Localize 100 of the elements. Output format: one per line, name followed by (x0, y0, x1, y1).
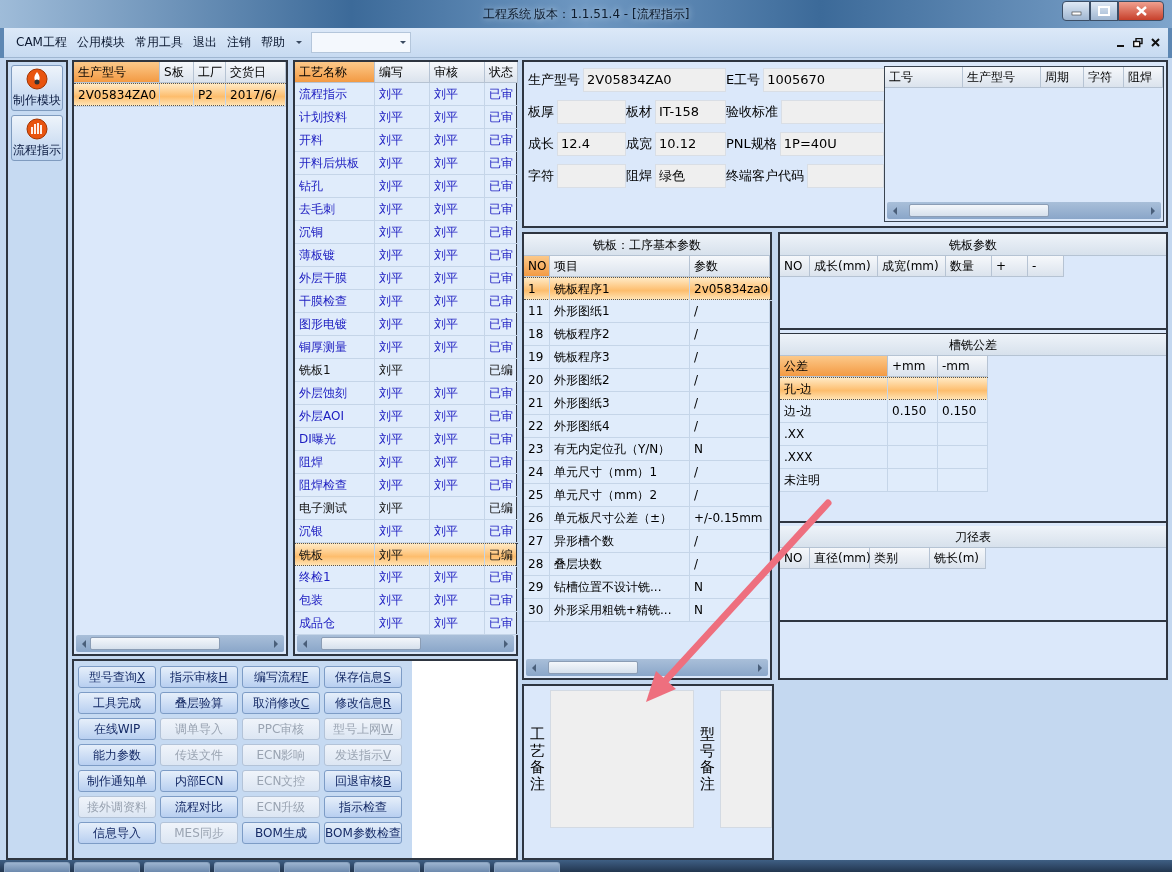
taskbar-button[interactable] (494, 862, 560, 872)
column-header[interactable]: 周期 (1041, 67, 1084, 88)
text-field[interactable] (781, 100, 884, 124)
column-header[interactable]: 参数 (690, 256, 770, 277)
restore-icon[interactable] (1133, 37, 1143, 48)
table-row[interactable]: 19 铣板程序3 / (524, 346, 770, 369)
action-button[interactable]: 能力参数 (78, 744, 156, 766)
menu-item[interactable]: 帮助 (256, 32, 289, 53)
column-header[interactable]: 数量 (946, 256, 992, 277)
taskbar-button[interactable] (4, 862, 70, 872)
table-row[interactable]: 铜厚测量 刘平 刘平 已审 (295, 336, 516, 359)
taskbar-button[interactable] (284, 862, 350, 872)
table-row[interactable]: 未注明 (780, 469, 988, 492)
table-row[interactable]: DI曝光 刘平 刘平 已审 (295, 428, 516, 451)
menu-item[interactable]: 注销 (222, 32, 255, 53)
table-row[interactable]: 铣板1 刘平 已编 (295, 359, 516, 382)
column-header[interactable]: NO (780, 256, 810, 277)
column-header[interactable]: 铣长(m) (930, 548, 986, 569)
table-row[interactable]: 29 钻槽位置不设计铣... N (524, 576, 770, 599)
column-header[interactable]: 审核 (430, 62, 485, 83)
table-row[interactable]: 去毛刺 刘平 刘平 已审 (295, 198, 516, 221)
table-row[interactable]: 23 有无内定位孔（Y/N） N (524, 438, 770, 461)
text-field[interactable]: 1P=40U (779, 132, 884, 156)
table-row[interactable]: 沉铜 刘平 刘平 已审 (295, 221, 516, 244)
table-row[interactable]: 终检1 刘平 刘平 已审 (295, 566, 516, 589)
column-header[interactable]: 交货日 (226, 62, 286, 83)
table-row[interactable]: 18 铣板程序2 / (524, 323, 770, 346)
table-row[interactable]: 包装 刘平 刘平 已审 (295, 589, 516, 612)
taskbar-button[interactable] (144, 862, 210, 872)
table-row[interactable]: 图形电镀 刘平 刘平 已审 (295, 313, 516, 336)
table-row[interactable]: 1 铣板程序1 2v05834za0 (524, 277, 770, 300)
column-header[interactable]: 类别 (870, 548, 930, 569)
table-row[interactable]: 干膜检查 刘平 刘平 已审 (295, 290, 516, 313)
table-row[interactable]: .XX (780, 423, 988, 446)
column-header[interactable]: S板 (160, 62, 194, 83)
table-row[interactable]: 开料后烘板 刘平 刘平 已审 (295, 152, 516, 175)
column-header[interactable]: 状态 (485, 62, 518, 83)
table-row[interactable]: 阻焊 刘平 刘平 已审 (295, 451, 516, 474)
nav-button[interactable]: 制作模块 (11, 65, 63, 111)
table-row[interactable]: 计划投料 刘平 刘平 已审 (295, 106, 516, 129)
action-button[interactable]: 流程对比 (160, 796, 238, 818)
column-header[interactable]: 公差 (780, 356, 888, 377)
column-header[interactable]: 阻焊 (1124, 67, 1163, 88)
menu-item[interactable]: 退出 (188, 32, 221, 53)
action-button[interactable]: 叠层验算 (160, 692, 238, 714)
column-header[interactable]: 直径(mm) (810, 548, 870, 569)
table-row[interactable]: 26 单元板尺寸公差（±） +/-0.15mm (524, 507, 770, 530)
table-row[interactable]: 外层蚀刻 刘平 刘平 已审 (295, 382, 516, 405)
text-field[interactable]: 12.4 (557, 132, 626, 156)
column-header[interactable]: 字符 (1084, 67, 1124, 88)
action-button[interactable]: 在线WIP (78, 718, 156, 740)
column-header[interactable]: - (1028, 256, 1064, 277)
action-button[interactable]: 制作通知单 (78, 770, 156, 792)
remark-field[interactable] (550, 690, 694, 828)
column-header[interactable]: 工厂 (194, 62, 226, 83)
text-field[interactable]: 10.12 (655, 132, 726, 156)
table-row[interactable]: 钻孔 刘平 刘平 已审 (295, 175, 516, 198)
column-header[interactable]: + (992, 256, 1028, 277)
column-header[interactable]: 编写 (375, 62, 430, 83)
action-button[interactable]: 编写流程F (242, 666, 320, 688)
table-row[interactable]: 2V05834ZA0 P2 2017/6/ (74, 83, 286, 106)
horizontal-scrollbar[interactable] (297, 635, 514, 652)
action-button[interactable]: 工具完成 (78, 692, 156, 714)
table-row[interactable]: 沉银 刘平 刘平 已审 (295, 520, 516, 543)
action-button[interactable]: 保存信息S (324, 666, 402, 688)
menu-item[interactable]: CAM工程 (12, 32, 71, 53)
column-header[interactable]: 生产型号 (963, 67, 1041, 88)
action-button[interactable]: BOM生成 (242, 822, 320, 844)
menu-item[interactable]: 常用工具 (130, 32, 187, 53)
table-row[interactable]: 孔-边 (780, 377, 988, 400)
table-row[interactable]: 21 外形图纸3 / (524, 392, 770, 415)
table-row[interactable]: 28 叠层块数 / (524, 553, 770, 576)
table-row[interactable]: 27 异形槽个数 / (524, 530, 770, 553)
action-button[interactable]: 信息导入 (78, 822, 156, 844)
column-header[interactable]: NO (524, 256, 550, 277)
minimize-button[interactable] (1062, 1, 1090, 21)
nav-button[interactable]: 流程指示 (11, 115, 63, 161)
close-icon[interactable] (1151, 38, 1160, 47)
table-row[interactable]: 24 单元尺寸（mm）1 / (524, 461, 770, 484)
column-header[interactable]: -mm (938, 356, 988, 377)
column-header[interactable]: 工艺名称 (295, 62, 375, 83)
column-header[interactable]: 成长(mm) (810, 256, 878, 277)
menu-item[interactable]: 公用模块 (72, 32, 129, 53)
action-button[interactable]: 取消修改C (242, 692, 320, 714)
taskbar-button[interactable] (74, 862, 140, 872)
action-button[interactable]: 回退审核B (324, 770, 402, 792)
column-header[interactable]: 成宽(mm) (878, 256, 946, 277)
action-button[interactable]: 内部ECN (160, 770, 238, 792)
table-row[interactable]: 11 外形图纸1 / (524, 300, 770, 323)
table-row[interactable]: 铣板 刘平 已编 (295, 543, 516, 566)
table-row[interactable]: 开料 刘平 刘平 已审 (295, 129, 516, 152)
table-row[interactable]: 外层干膜 刘平 刘平 已审 (295, 267, 516, 290)
column-header[interactable]: 工号 (885, 67, 963, 88)
table-row[interactable]: 20 外形图纸2 / (524, 369, 770, 392)
table-row[interactable]: 30 外形采用粗铣+精铣... N (524, 599, 770, 622)
table-row[interactable]: 阻焊检查 刘平 刘平 已审 (295, 474, 516, 497)
action-button[interactable]: 修改信息R (324, 692, 402, 714)
remark-field[interactable] (720, 690, 772, 828)
action-button[interactable]: 型号查询X (78, 666, 156, 688)
table-row[interactable]: 边-边 0.150 0.150 (780, 400, 988, 423)
